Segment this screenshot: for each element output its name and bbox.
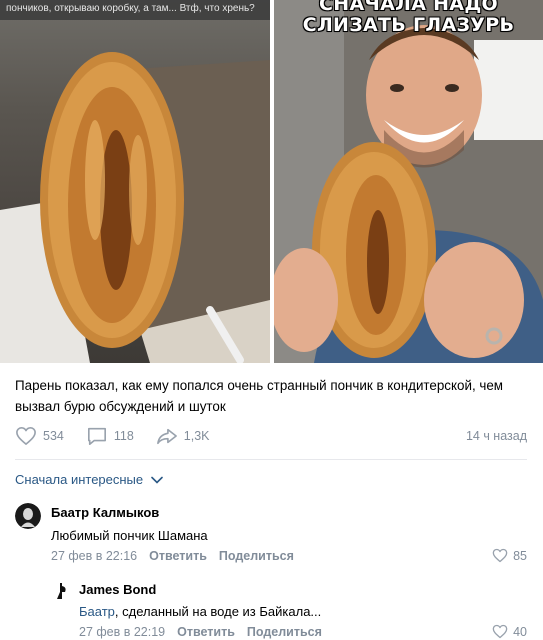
avatar[interactable] <box>15 503 41 529</box>
comment-reply: James Bond Баатр, сделанный на воде из Б… <box>15 579 527 640</box>
right-photo-overlay-text: СНАЧАЛА НАДО СЛИЗАТЬ ГЛАЗУРЬ <box>302 0 515 36</box>
post-text: Парень показал, как ему попался очень ст… <box>15 378 504 414</box>
donut-box-image <box>0 52 270 363</box>
heart-icon <box>492 548 508 563</box>
share-comment-button[interactable]: Поделиться <box>219 549 294 563</box>
comment-author[interactable]: Баатр Калмыков <box>51 505 159 520</box>
reply-button[interactable]: Ответить <box>149 549 207 563</box>
post-photos: пончиков, открываю коробку, а там... Втф… <box>0 0 543 363</box>
man-with-donut-image <box>274 0 543 363</box>
share-button[interactable]: 1,3K <box>156 426 210 446</box>
avatar-image <box>51 580 73 602</box>
comment-like-button[interactable]: 85 <box>492 548 527 563</box>
comment-text: Любимый пончик Шамана <box>51 528 208 543</box>
left-photo-caption: пончиков, открываю коробку, а там... Втф… <box>0 0 270 20</box>
chevron-down-icon <box>151 476 163 484</box>
comment-meta: 27 фев в 22:19 Ответить Поделиться <box>79 625 322 639</box>
like-button[interactable]: 534 <box>15 426 64 446</box>
share-icon <box>156 428 177 445</box>
comments-sort-label: Сначала интересные <box>15 472 144 487</box>
comment: Баатр Калмыков Любимый пончик Шамана 27 … <box>15 503 527 571</box>
post-time[interactable]: 14 ч назад <box>466 429 527 443</box>
comment-button[interactable]: 118 <box>86 426 134 446</box>
post-actions: 534 118 1,3K 14 ч назад <box>15 425 527 447</box>
heart-icon <box>492 624 508 639</box>
comment-icon <box>87 427 106 445</box>
comment-like-count: 40 <box>513 624 527 639</box>
comment-meta: 27 фев в 22:16 Ответить Поделиться <box>51 549 294 563</box>
heart-icon <box>16 427 36 445</box>
comment-like-count: 85 <box>513 548 527 563</box>
comment-date[interactable]: 27 фев в 22:16 <box>51 549 137 563</box>
mention-link[interactable]: Баатр <box>79 604 115 619</box>
comment-date[interactable]: 27 фев в 22:19 <box>79 625 165 639</box>
comment-text-body: , сделанный на воде из Байкала... <box>114 604 322 619</box>
share-count: 1,3K <box>183 429 210 443</box>
comments-sort-dropdown[interactable]: Сначала интересные <box>15 472 163 487</box>
avatar-image <box>15 503 41 529</box>
photo-right[interactable]: СНАЧАЛА НАДО СЛИЗАТЬ ГЛАЗУРЬ <box>274 0 543 363</box>
comment-count: 118 <box>113 429 134 443</box>
share-comment-button[interactable]: Поделиться <box>247 625 322 639</box>
reply-button[interactable]: Ответить <box>177 625 235 639</box>
comment-like-button[interactable]: 40 <box>492 624 527 639</box>
comment-author[interactable]: James Bond <box>79 582 156 597</box>
comment-text: Баатр, сделанный на воде из Байкала... <box>79 604 321 619</box>
avatar[interactable] <box>51 580 73 602</box>
like-count: 534 <box>43 429 64 443</box>
divider <box>15 459 527 460</box>
photo-left[interactable]: пончиков, открываю коробку, а там... Втф… <box>0 0 270 363</box>
